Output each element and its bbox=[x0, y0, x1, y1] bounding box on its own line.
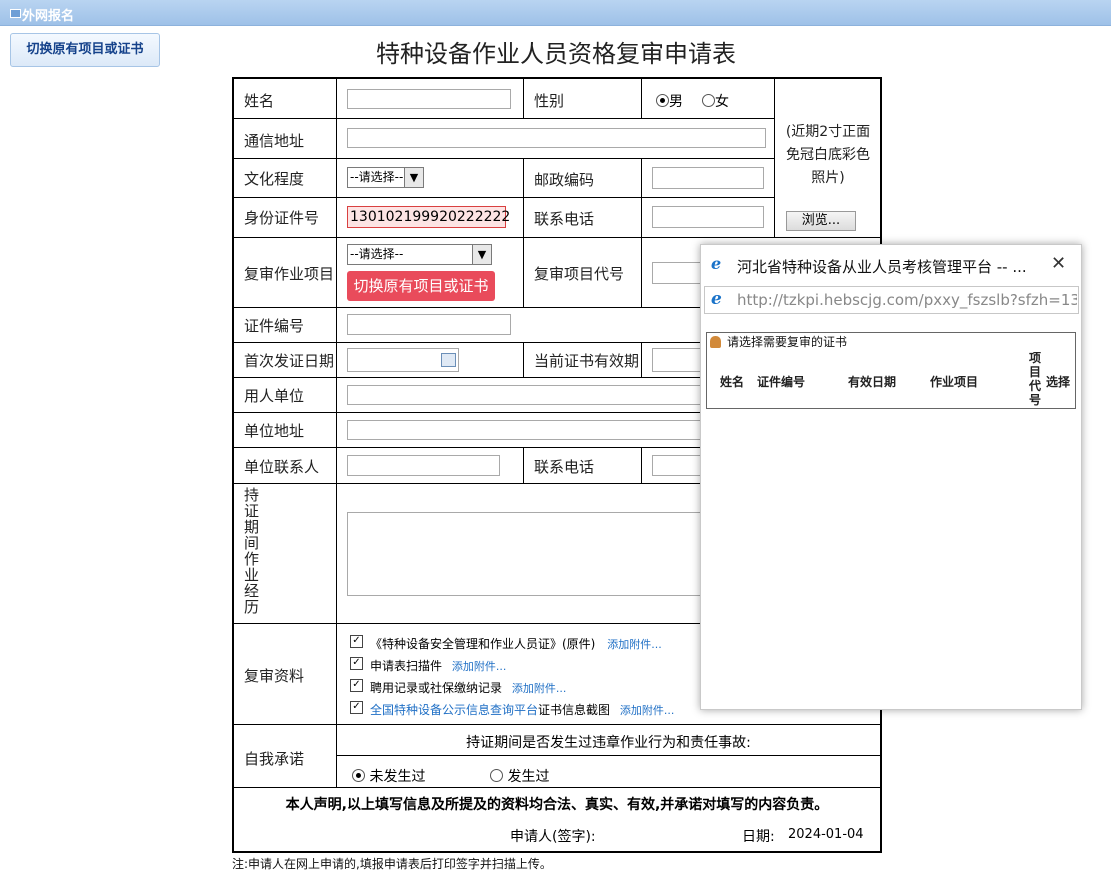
gender-female-label: 女 bbox=[715, 94, 729, 110]
add-attachment-link[interactable]: 添加附件... bbox=[620, 704, 675, 717]
switch-cert-button[interactable]: 切换原有项目或证书 bbox=[347, 271, 495, 301]
material-text: 聘用记录或社保缴纳记录 bbox=[370, 681, 503, 695]
switch-project-button[interactable]: 切换原有项目或证书 bbox=[10, 33, 160, 67]
checkbox-checked[interactable]: ✓ bbox=[350, 635, 363, 648]
education-label: 文化程度 bbox=[244, 170, 305, 188]
phone-label: 联系电话 bbox=[534, 210, 595, 228]
add-attachment-link[interactable]: 添加附件... bbox=[607, 638, 662, 651]
promise-question: 持证期间是否发生过违章作业行为和责任事故: bbox=[466, 735, 751, 751]
project-label: 复审作业项目 bbox=[244, 265, 335, 283]
id-label: 身份证件号 bbox=[244, 209, 320, 227]
user-icon bbox=[710, 336, 721, 348]
radio-icon[interactable] bbox=[702, 94, 715, 107]
certificate-popup: e 河北省特种设备从业人员考核管理平台 -- ... ✕ e http://tz… bbox=[700, 244, 1082, 710]
first-date-label: 首次发证日期 bbox=[244, 352, 335, 370]
address-input[interactable] bbox=[347, 128, 766, 148]
declaration: 本人声明,以上填写信息及所提及的资料均合法、真实、有效,并承诺对填写的内容负责。 bbox=[285, 797, 829, 813]
form-title: 特种设备作业人员资格复审申请表 bbox=[376, 40, 736, 68]
materials-label: 复审资料 bbox=[244, 667, 305, 685]
radio-icon[interactable] bbox=[352, 769, 365, 782]
ie-icon: e bbox=[711, 254, 722, 273]
education-select[interactable]: --请选择-- ▼ bbox=[347, 167, 424, 188]
promise-yes-option[interactable]: 发生过 bbox=[490, 766, 549, 786]
footnote: 注:申请人在网上申请的,填报申请表后打印签字并扫描上传。 bbox=[232, 857, 552, 871]
window-title: 外网报名 bbox=[22, 9, 75, 24]
close-icon[interactable]: ✕ bbox=[1051, 253, 1066, 274]
employer-label: 用人单位 bbox=[244, 387, 305, 405]
cert-no-label: 证件编号 bbox=[244, 317, 305, 335]
material-text: 证书信息截图 bbox=[538, 703, 611, 717]
add-attachment-link[interactable]: 添加附件... bbox=[512, 682, 567, 695]
postcode-input[interactable] bbox=[652, 167, 764, 189]
checkbox-checked[interactable]: ✓ bbox=[350, 657, 363, 670]
gender-male-label: 男 bbox=[669, 94, 683, 110]
name-label: 姓名 bbox=[244, 92, 275, 110]
project-select[interactable]: --请选择-- ▼ bbox=[347, 244, 492, 265]
promise-no-option[interactable]: 未发生过 bbox=[352, 766, 425, 786]
phone-input[interactable] bbox=[652, 206, 764, 228]
popup-title: 河北省特种设备从业人员考核管理平台 -- ... bbox=[737, 258, 1027, 276]
valid-label: 当前证书有效期 bbox=[534, 352, 640, 370]
certificate-list: 请选择需要复审的证书 姓名 证件编号 有效日期 作业项目 项目代号 选择 bbox=[706, 332, 1076, 409]
promise-yes-label: 发生过 bbox=[507, 769, 550, 785]
photo-hint: (近期2寸正面免冠白底彩色照片) bbox=[785, 124, 871, 186]
gender-label: 性别 bbox=[534, 92, 565, 110]
cert-no-input[interactable] bbox=[347, 314, 511, 335]
column-header: 项目代号 bbox=[1029, 351, 1042, 407]
education-select-value: --请选择-- bbox=[350, 170, 404, 184]
checkbox-checked[interactable]: ✓ bbox=[350, 701, 363, 714]
date-value: 2024-01-04 bbox=[788, 827, 864, 842]
column-header: 证件编号 bbox=[757, 375, 806, 389]
column-header: 作业项目 bbox=[930, 375, 979, 389]
promise-no-label: 未发生过 bbox=[369, 769, 426, 785]
material-text: 《特种设备安全管理和作业人员证》(原件) bbox=[370, 637, 596, 651]
promise-label: 自我承诺 bbox=[244, 750, 305, 768]
signature-label: 申请人(签字): bbox=[510, 829, 596, 845]
postcode-label: 邮政编码 bbox=[534, 171, 595, 189]
calendar-icon[interactable] bbox=[441, 353, 456, 367]
name-input[interactable] bbox=[347, 89, 511, 109]
panel-icon bbox=[10, 9, 21, 18]
radio-icon[interactable] bbox=[656, 94, 669, 107]
checkbox-checked[interactable]: ✓ bbox=[350, 679, 363, 692]
employer-addr-label: 单位地址 bbox=[244, 422, 305, 440]
employer-contact-label: 单位联系人 bbox=[244, 458, 320, 476]
platform-link[interactable]: 全国特种设备公示信息查询平台 bbox=[370, 703, 538, 717]
cert-list-caption: 请选择需要复审的证书 bbox=[727, 335, 848, 349]
column-header: 有效日期 bbox=[848, 375, 897, 389]
material-text: 申请表扫描件 bbox=[370, 659, 443, 673]
material-item: ✓ 全国特种设备公示信息查询平台证书信息截图 添加附件... bbox=[350, 701, 674, 718]
address-label: 通信地址 bbox=[244, 132, 305, 150]
radio-icon[interactable] bbox=[490, 769, 503, 782]
material-item: ✓ 聘用记录或社保缴纳记录 添加附件... bbox=[350, 679, 566, 696]
project-code-label: 复审项目代号 bbox=[534, 265, 625, 283]
employer-contact-input[interactable] bbox=[347, 455, 500, 476]
gender-female-option[interactable]: 女 bbox=[702, 91, 729, 111]
browse-button[interactable]: 浏览... bbox=[786, 211, 856, 231]
id-input[interactable]: 130102199920222222 bbox=[347, 206, 510, 228]
first-date-input[interactable] bbox=[347, 348, 459, 372]
ie-icon: e bbox=[711, 289, 722, 309]
window-titlebar: 外网报名 bbox=[0, 0, 1111, 26]
material-item: ✓ 《特种设备安全管理和作业人员证》(原件) 添加附件... bbox=[350, 635, 662, 652]
address-bar[interactable]: e http://tzkpi.hebscjg.com/pxxy_fszslb?s… bbox=[704, 286, 1079, 314]
chevron-down-icon[interactable]: ▼ bbox=[472, 245, 491, 264]
experience-label: 持证期间作业经历 bbox=[244, 486, 260, 616]
column-header: 选择 bbox=[1046, 375, 1071, 389]
address-url[interactable]: http://tzkpi.hebscjg.com/pxxy_fszslb?sfz… bbox=[737, 291, 1077, 309]
material-item: ✓ 申请表扫描件 添加附件... bbox=[350, 657, 506, 674]
gender-male-option[interactable]: 男 bbox=[656, 91, 683, 111]
project-select-value: --请选择-- bbox=[350, 247, 404, 261]
employer-phone-label: 联系电话 bbox=[534, 458, 595, 476]
chevron-down-icon[interactable]: ▼ bbox=[404, 168, 423, 187]
add-attachment-link[interactable]: 添加附件... bbox=[452, 660, 507, 673]
date-label: 日期: bbox=[742, 829, 775, 845]
column-header: 姓名 bbox=[720, 375, 745, 389]
